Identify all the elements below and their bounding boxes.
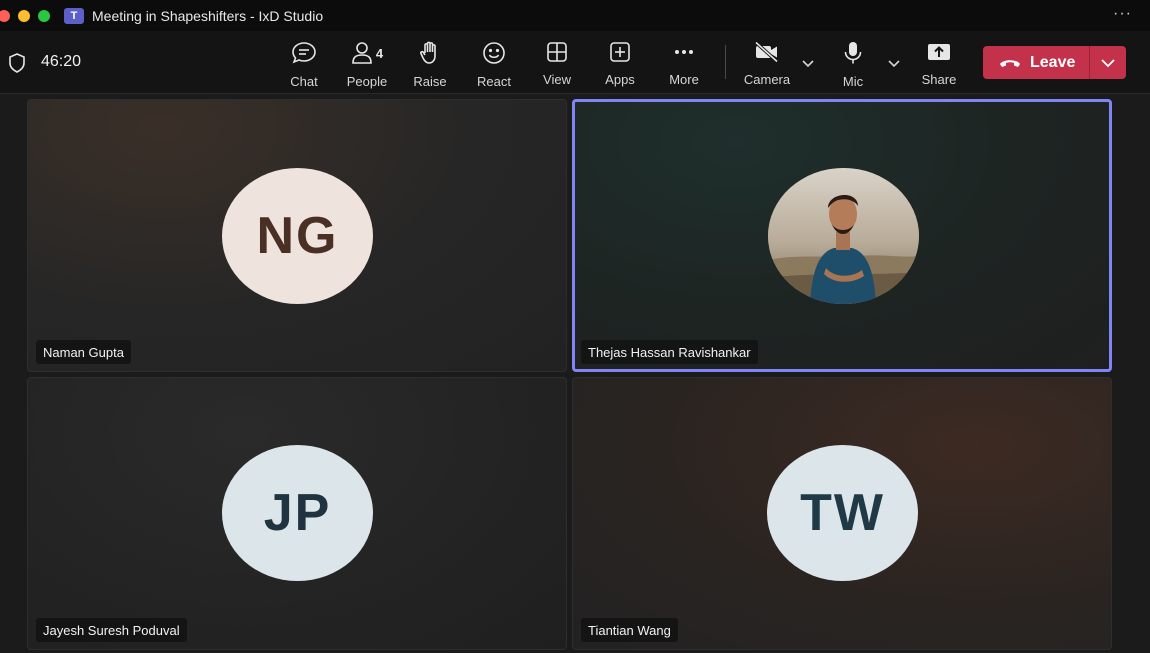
leave-options-button[interactable] xyxy=(1090,58,1126,68)
minimize-window-button[interactable] xyxy=(18,9,30,22)
participant-name: Naman Gupta xyxy=(36,340,131,364)
participant-tile-active-speaker[interactable]: Thejas Hassan Ravishankar xyxy=(572,99,1112,372)
camera-options-chevron-icon[interactable] xyxy=(801,55,815,68)
participant-avatar: NG xyxy=(222,168,373,304)
participant-tile[interactable]: JP Jayesh Suresh Poduval xyxy=(27,377,567,650)
view-label: View xyxy=(543,72,571,87)
leave-label: Leave xyxy=(1030,53,1076,71)
shield-icon xyxy=(9,53,25,73)
participant-name: Jayesh Suresh Poduval xyxy=(36,618,187,642)
apps-button[interactable]: Apps xyxy=(590,41,650,87)
react-button[interactable]: React xyxy=(464,41,524,89)
close-window-button[interactable] xyxy=(0,9,10,22)
leave-button-group: Leave xyxy=(983,46,1126,79)
apps-label: Apps xyxy=(605,72,635,87)
more-label: More xyxy=(669,72,699,87)
chevron-down-icon xyxy=(1101,58,1115,67)
participant-tile[interactable]: TW Tiantian Wang xyxy=(572,377,1112,650)
camera-label: Camera xyxy=(743,72,791,87)
teams-logo-icon: T xyxy=(64,7,84,24)
mic-label: Mic xyxy=(842,74,864,89)
maximize-window-button[interactable] xyxy=(38,9,50,22)
participant-tile[interactable]: NG Naman Gupta xyxy=(27,99,567,372)
person-photo-icon xyxy=(768,168,919,304)
react-label: React xyxy=(477,74,511,89)
participant-photo-avatar xyxy=(768,168,919,304)
mic-button[interactable]: Mic xyxy=(823,41,883,89)
people-label: People xyxy=(346,74,388,89)
participant-avatar: JP xyxy=(222,445,373,581)
chat-button[interactable]: Chat xyxy=(274,41,334,89)
share-screen-icon xyxy=(928,44,950,60)
window-controls xyxy=(0,9,50,22)
raise-label: Raise xyxy=(413,74,447,89)
people-button[interactable]: 4 People xyxy=(337,41,397,89)
participant-name: Tiantian Wang xyxy=(581,618,678,642)
people-icon xyxy=(352,42,372,64)
chat-icon xyxy=(292,42,316,64)
leave-button[interactable]: Leave xyxy=(983,46,1089,79)
camera-button[interactable]: Camera xyxy=(737,41,797,87)
meeting-timer: 46:20 xyxy=(41,53,82,70)
more-horizontal-icon xyxy=(674,50,693,55)
share-label: Share xyxy=(921,72,957,87)
window-titlebar: T Meeting in Shapeshifters - IxD Studio … xyxy=(0,0,1150,31)
window-title: Meeting in Shapeshifters - IxD Studio xyxy=(92,7,324,24)
emoji-icon xyxy=(483,42,505,64)
microphone-icon xyxy=(844,42,862,64)
participant-name: Thejas Hassan Ravishankar xyxy=(581,340,758,364)
raise-hand-icon xyxy=(420,41,436,64)
grid-view-icon xyxy=(547,42,567,62)
hang-up-phone-icon xyxy=(1000,59,1020,67)
chat-label: Chat xyxy=(290,74,318,89)
participant-avatar: TW xyxy=(767,445,918,581)
view-button[interactable]: View xyxy=(527,41,587,87)
raise-hand-button[interactable]: Raise xyxy=(400,41,460,89)
mic-options-chevron-icon[interactable] xyxy=(887,55,901,68)
toolbar-divider xyxy=(725,45,726,79)
camera-off-icon xyxy=(754,41,779,63)
meeting-toolbar: 46:20 Chat 4 People Raise React View App… xyxy=(0,31,1150,94)
share-button[interactable]: Share xyxy=(909,41,969,87)
more-button[interactable]: More xyxy=(654,41,714,87)
people-count: 4 xyxy=(375,45,384,61)
add-app-icon xyxy=(610,42,630,62)
window-more-options-icon[interactable]: ··· xyxy=(1113,5,1132,23)
